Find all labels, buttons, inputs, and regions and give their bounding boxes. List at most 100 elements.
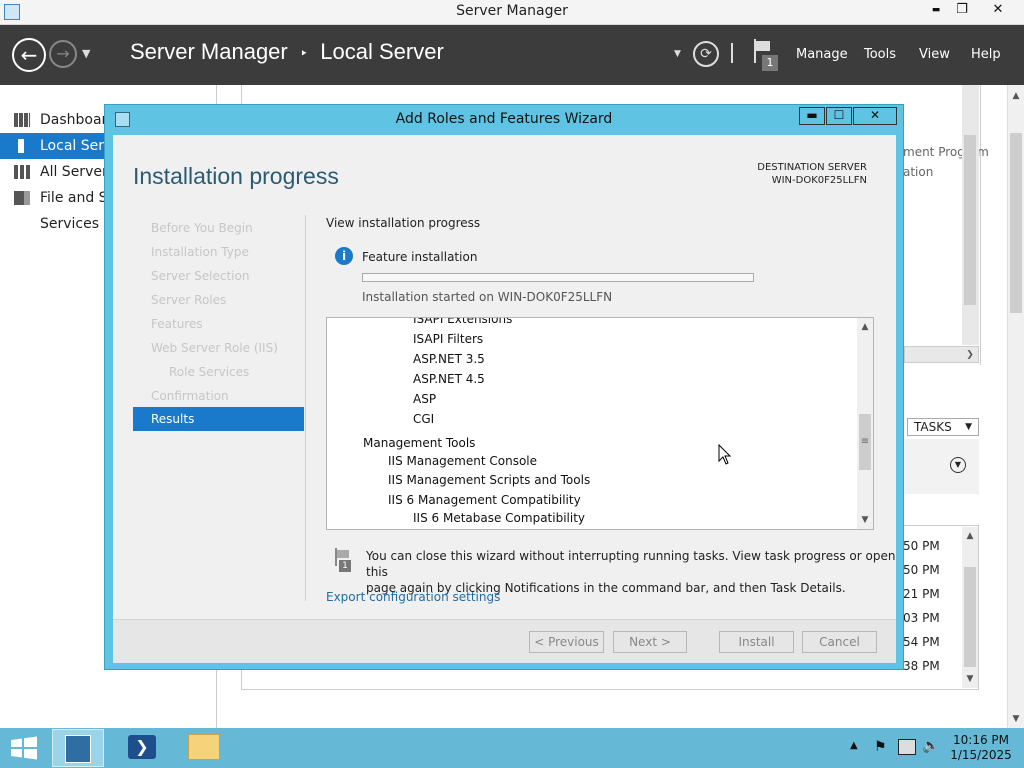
- event-time: 50 PM: [903, 539, 940, 553]
- all-servers-icon: [14, 165, 30, 179]
- server-manager-icon: [65, 735, 91, 763]
- taskbar-file-explorer[interactable]: [188, 734, 222, 762]
- taskbar-server-manager[interactable]: [52, 729, 104, 767]
- step-installation-type[interactable]: Installation Type: [151, 245, 249, 259]
- previous-button[interactable]: < Previous: [529, 631, 604, 653]
- step-before-you-begin[interactable]: Before You Begin: [151, 221, 253, 235]
- step-results[interactable]: Results: [133, 407, 304, 431]
- restore-button[interactable]: ❐: [944, 0, 980, 20]
- scroll-thumb[interactable]: [964, 135, 976, 305]
- info-icon: i: [335, 247, 353, 265]
- menu-tools[interactable]: Tools: [864, 47, 896, 62]
- forward-button[interactable]: →: [49, 40, 77, 68]
- scroll-down-arrow-icon[interactable]: ▼: [963, 672, 977, 686]
- list-item: ASP: [413, 392, 437, 406]
- wizard-title-bar: Add Roles and Features Wizard ▬ ☐ ✕: [105, 105, 903, 135]
- step-role-services[interactable]: Role Services: [169, 365, 249, 379]
- separator: [731, 43, 733, 63]
- destination-server-name: WIN-DOK0F25LLFN: [771, 175, 867, 186]
- clock[interactable]: 10:16 PM 1/15/2025: [948, 733, 1014, 763]
- export-configuration-link[interactable]: Export configuration settings: [326, 590, 500, 604]
- feature-list: ISAPI Extensions ISAPI Filters ASP.NET 3…: [326, 317, 874, 530]
- step-server-selection[interactable]: Server Selection: [151, 269, 249, 283]
- notifications-button[interactable]: 1: [752, 39, 782, 73]
- taskbar: ❯ ▲ ⚑ 🔈 10:16 PM 1/15/2025: [0, 728, 1024, 768]
- chevron-down-icon: ▼: [965, 422, 972, 432]
- step-results-label: Results: [151, 412, 195, 426]
- step-confirmation[interactable]: Confirmation: [151, 389, 229, 403]
- close-button[interactable]: ✕: [980, 0, 1016, 20]
- clock-date: 1/15/2025: [950, 748, 1012, 762]
- event-time: 38 PM: [903, 659, 940, 673]
- page-title: Installation progress: [133, 163, 339, 189]
- dashboard-icon: [14, 113, 30, 127]
- list-item: ISAPI Extensions: [413, 317, 513, 326]
- clock-time: 10:16 PM: [953, 733, 1009, 747]
- scroll-thumb[interactable]: [1010, 133, 1022, 313]
- local-server-icon: [18, 139, 24, 153]
- storage-icon: [14, 191, 30, 205]
- scroll-thumb[interactable]: [964, 567, 976, 667]
- refresh-button[interactable]: ⟳: [693, 41, 719, 67]
- back-button[interactable]: ←: [12, 38, 46, 72]
- list-item: IIS Management Console: [388, 454, 538, 468]
- wizard-body: Installation progress DESTINATION SERVER…: [113, 135, 896, 663]
- start-button[interactable]: [10, 736, 38, 760]
- menu-help[interactable]: Help: [971, 47, 1001, 62]
- taskbar-powershell[interactable]: ❯: [128, 735, 158, 761]
- event-time: 03 PM: [903, 611, 940, 625]
- back-arrow-icon: ←: [20, 43, 38, 67]
- wizard-maximize-button[interactable]: ☐: [826, 107, 852, 125]
- wizard-minimize-button[interactable]: ▬: [799, 107, 825, 125]
- show-hidden-icons[interactable]: ▲: [850, 740, 858, 751]
- notification-badge: 1: [762, 55, 778, 71]
- feature-installation-label: Feature installation: [362, 250, 478, 264]
- feature-list-vscroll[interactable]: ▲ ≡ ▼: [857, 318, 873, 529]
- menu-manage[interactable]: Manage: [796, 47, 848, 62]
- scroll-up-arrow-icon[interactable]: ▲: [1009, 89, 1023, 103]
- scroll-right-arrow-icon[interactable]: ❯: [963, 348, 977, 362]
- volume-icon[interactable]: 🔈: [922, 738, 939, 754]
- list-item: IIS Management Scripts and Tools: [388, 473, 591, 487]
- scroll-up-arrow-icon[interactable]: ▲: [858, 320, 872, 334]
- events-vscroll[interactable]: ▲ ▼: [962, 527, 978, 688]
- info-message-line: You can close this wizard without interr…: [366, 549, 896, 579]
- properties-hscroll[interactable]: ❯: [904, 346, 979, 363]
- scroll-up-arrow-icon[interactable]: ▲: [963, 529, 977, 543]
- event-time: 54 PM: [903, 635, 940, 649]
- destination-label: DESTINATION SERVER: [757, 162, 867, 173]
- network-icon[interactable]: [898, 739, 916, 755]
- scroll-down-arrow-icon[interactable]: ▼: [858, 513, 872, 527]
- wizard-close-button[interactable]: ✕: [853, 107, 897, 125]
- scroll-thumb[interactable]: ≡: [859, 414, 871, 470]
- step-features[interactable]: Features: [151, 317, 203, 331]
- section-label: View installation progress: [326, 216, 481, 230]
- step-server-roles[interactable]: Server Roles: [151, 293, 226, 307]
- info-message: You can close this wizard without interr…: [366, 548, 896, 596]
- tasks-label: TASKS: [914, 420, 952, 434]
- scroll-down-arrow-icon[interactable]: ▼: [1009, 712, 1023, 726]
- wizard-title: Add Roles and Features Wizard: [395, 111, 613, 127]
- next-button[interactable]: Next >: [613, 631, 687, 653]
- breadcrumb: Server Manager ‣ Local Server: [130, 39, 444, 65]
- folder-icon: [188, 734, 220, 760]
- refresh-dropdown-icon[interactable]: ▼: [674, 49, 681, 59]
- header-bar: ← → ▼ Server Manager ‣ Local Server ▼ ⟳ …: [0, 25, 1024, 85]
- breadcrumb-app[interactable]: Server Manager: [130, 39, 288, 64]
- tasks-button[interactable]: TASKS ▼: [907, 418, 979, 436]
- events-times: 50 PM 50 PM 21 PM 03 PM 54 PM 38 PM: [903, 534, 940, 678]
- menu-view[interactable]: View: [919, 47, 950, 62]
- event-time: 21 PM: [903, 587, 940, 601]
- install-button[interactable]: Install: [719, 631, 794, 653]
- step-web-server-role[interactable]: Web Server Role (IIS): [151, 341, 278, 355]
- list-item: ASP.NET 3.5: [413, 352, 485, 366]
- expand-icon[interactable]: ▼: [950, 457, 966, 473]
- properties-vscroll[interactable]: [962, 85, 979, 345]
- action-center-icon[interactable]: ⚑: [874, 739, 887, 755]
- page-vscroll[interactable]: ▲ ▼: [1007, 85, 1024, 728]
- history-dropdown-icon[interactable]: ▼: [82, 47, 90, 60]
- windows-logo-icon: [11, 736, 37, 760]
- progress-bar: [362, 273, 754, 282]
- cancel-button[interactable]: Cancel: [802, 631, 877, 653]
- events-panel-header: ▼: [904, 439, 979, 494]
